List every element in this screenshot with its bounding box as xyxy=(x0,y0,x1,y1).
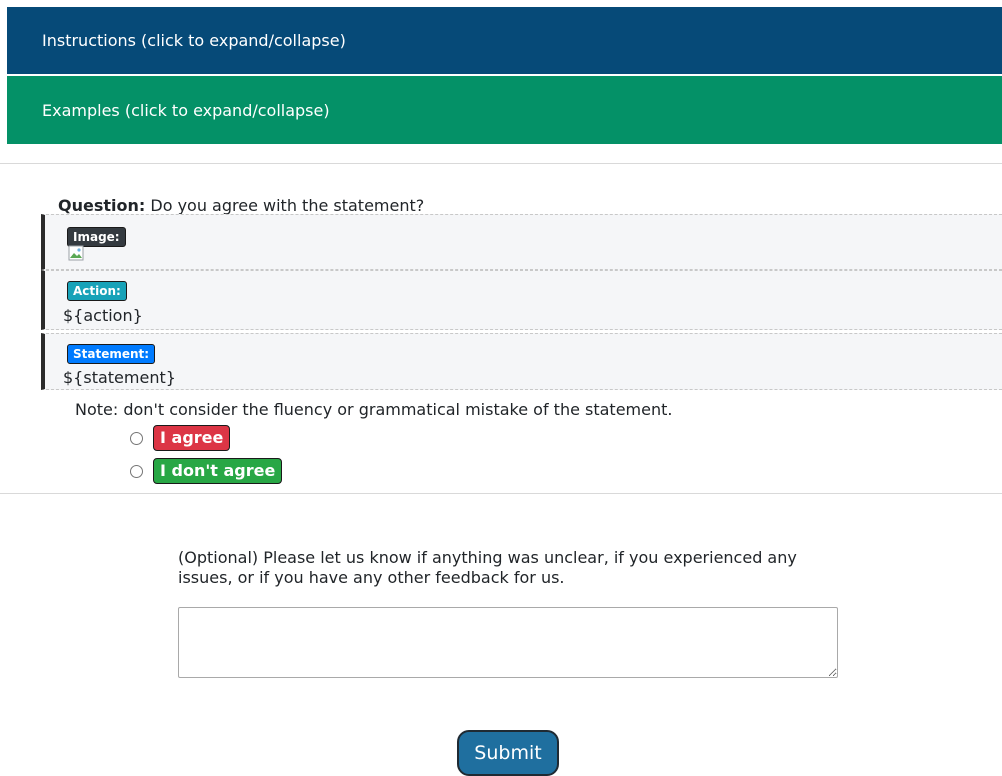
feedback-textarea[interactable] xyxy=(178,607,838,678)
action-value: ${action} xyxy=(63,306,143,325)
question-text: Do you agree with the statement? xyxy=(150,196,425,215)
image-badge: Image: xyxy=(67,227,126,247)
submit-button[interactable]: Submit xyxy=(457,730,559,776)
action-field: Action: ${action} xyxy=(41,270,1002,330)
statement-value: ${statement} xyxy=(63,368,176,387)
disagree-radio[interactable] xyxy=(130,464,143,478)
statement-badge: Statement: xyxy=(67,344,156,364)
agree-radio[interactable] xyxy=(130,431,143,445)
divider-bottom xyxy=(0,493,1002,494)
note-text: Note: don't consider the fluency or gram… xyxy=(75,400,673,419)
feedback-prompt: (Optional) Please let us know if anythin… xyxy=(178,548,797,587)
option-disagree[interactable]: I don't agree xyxy=(130,458,283,484)
broken-image-icon xyxy=(68,245,84,261)
action-badge: Action: xyxy=(67,281,127,301)
instructions-toggle-label: Instructions (click to expand/collapse) xyxy=(42,31,346,50)
divider-top xyxy=(0,163,1002,164)
examples-toggle[interactable]: Examples (click to expand/collapse) xyxy=(7,76,1002,144)
agree-label[interactable]: I agree xyxy=(153,425,231,451)
question-prefix: Question: xyxy=(58,196,146,215)
statement-field: Statement: ${statement} xyxy=(41,333,1002,390)
image-field: Image: xyxy=(41,214,1002,270)
instructions-toggle[interactable]: Instructions (click to expand/collapse) xyxy=(7,7,1002,74)
question: Question: Do you agree with the statemen… xyxy=(58,196,424,216)
disagree-label[interactable]: I don't agree xyxy=(153,458,283,484)
examples-toggle-label: Examples (click to expand/collapse) xyxy=(42,100,330,120)
option-agree[interactable]: I agree xyxy=(130,425,231,451)
